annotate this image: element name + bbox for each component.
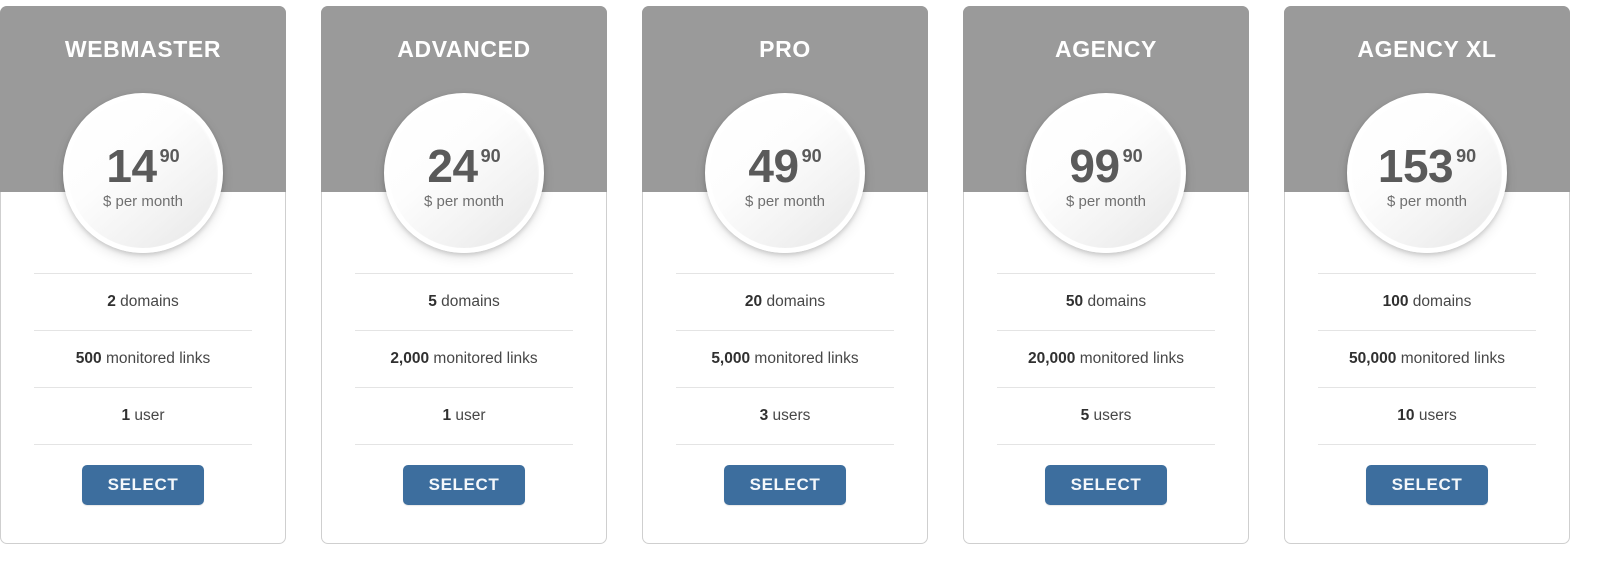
feature-value: 5 — [428, 293, 437, 310]
feature-label: domains — [766, 293, 826, 310]
price-badge: 153 90 $ per month — [1347, 93, 1507, 253]
price-amount: 153 90 — [1377, 139, 1477, 192]
price-whole: 153 — [1377, 139, 1454, 192]
select-button[interactable]: SELECT — [402, 465, 526, 505]
feature-value: 10 — [1397, 407, 1415, 424]
price-whole: 24 — [427, 139, 478, 192]
feature-item: 3 users — [676, 388, 894, 445]
feature-value: 20,000 — [1028, 350, 1076, 367]
feature-value: 50,000 — [1349, 350, 1397, 367]
feature-label: users — [1093, 407, 1132, 424]
feature-value: 5,000 — [711, 350, 751, 367]
price-badge: 99 90 $ per month — [1026, 93, 1186, 253]
price-amount: 99 90 — [1069, 139, 1143, 192]
price-badge: 24 90 $ per month — [384, 93, 544, 253]
price-cents: 90 — [801, 145, 822, 166]
feature-value: 50 — [1065, 293, 1084, 310]
feature-item: 1 user — [355, 388, 573, 445]
price-period: $ per month — [1386, 193, 1468, 211]
price-period: $ per month — [1065, 193, 1147, 211]
feature-value: 2 — [107, 293, 116, 310]
feature-item: 20 domains — [676, 273, 894, 331]
price-cents: 90 — [480, 145, 501, 166]
feature-list: 2 domains 500 monitored links 1 user — [34, 273, 252, 445]
price-badge: 14 90 $ per month — [63, 93, 223, 253]
feature-value: 500 — [75, 350, 102, 367]
select-button[interactable]: SELECT — [81, 465, 205, 505]
feature-item: 1 user — [34, 388, 252, 445]
feature-label: domains — [441, 293, 500, 310]
feature-label: users — [772, 407, 811, 424]
price-cents: 90 — [1456, 145, 1477, 166]
pricing-table: WEBMASTER 14 90 $ per month 2 domains 50… — [0, 0, 1600, 544]
feature-list: 100 domains 50,000 monitored links 10 us… — [1318, 273, 1536, 445]
feature-item: 5 domains — [355, 273, 573, 331]
feature-list: 20 domains 5,000 monitored links 3 users — [676, 273, 894, 445]
feature-item: 500 monitored links — [34, 331, 252, 388]
plan-title: AGENCY XL — [1357, 36, 1497, 62]
price-whole: 49 — [748, 139, 799, 192]
plan-card[interactable]: PRO 49 90 $ per month 20 domains 5,000 m… — [642, 6, 928, 544]
plan-title: PRO — [759, 36, 811, 62]
select-button-wrap: SELECT — [322, 465, 606, 505]
feature-item: 2 domains — [34, 273, 252, 331]
feature-item: 20,000 monitored links — [997, 331, 1215, 388]
feature-label: monitored links — [754, 350, 859, 367]
feature-label: domains — [1087, 293, 1147, 310]
feature-item: 100 domains — [1318, 273, 1536, 331]
feature-label: monitored links — [1400, 350, 1505, 367]
plan-title: ADVANCED — [397, 36, 531, 62]
select-button-wrap: SELECT — [1285, 465, 1569, 505]
feature-item: 2,000 monitored links — [355, 331, 573, 388]
price-whole: 99 — [1069, 139, 1120, 192]
feature-item: 5 users — [997, 388, 1215, 445]
feature-value: 20 — [744, 293, 763, 310]
feature-item: 50,000 monitored links — [1318, 331, 1536, 388]
select-button[interactable]: SELECT — [723, 465, 847, 505]
plan-card[interactable]: AGENCY XL 153 90 $ per month 100 domains… — [1284, 6, 1570, 544]
feature-value: 2,000 — [390, 350, 430, 367]
feature-item: 10 users — [1318, 388, 1536, 445]
feature-value: 1 — [442, 407, 452, 424]
select-button[interactable]: SELECT — [1044, 465, 1168, 505]
price-amount: 49 90 — [748, 139, 822, 192]
plan-card[interactable]: ADVANCED 24 90 $ per month 5 domains 2,0… — [321, 6, 607, 544]
feature-label: domains — [120, 293, 179, 310]
select-button-wrap: SELECT — [1, 465, 285, 505]
feature-label: user — [134, 407, 165, 424]
feature-item: 50 domains — [997, 273, 1215, 331]
feature-value: 5 — [1080, 407, 1090, 424]
feature-label: monitored links — [105, 350, 211, 367]
plan-card[interactable]: AGENCY 99 90 $ per month 50 domains 20,0… — [963, 6, 1249, 544]
feature-item: 5,000 monitored links — [676, 331, 894, 388]
select-button-wrap: SELECT — [964, 465, 1248, 505]
feature-list: 5 domains 2,000 monitored links 1 user — [355, 273, 573, 445]
feature-value: 3 — [759, 407, 769, 424]
price-badge: 49 90 $ per month — [705, 93, 865, 253]
price-period: $ per month — [102, 193, 184, 211]
plan-title: WEBMASTER — [64, 36, 222, 62]
feature-label: domains — [1412, 293, 1472, 310]
feature-label: monitored links — [433, 350, 538, 367]
price-amount: 14 90 — [106, 139, 180, 192]
select-button-wrap: SELECT — [643, 465, 927, 505]
feature-value: 100 — [1382, 293, 1409, 310]
feature-value: 1 — [121, 407, 131, 424]
price-period: $ per month — [423, 193, 505, 211]
price-period: $ per month — [744, 193, 826, 211]
price-cents: 90 — [1122, 145, 1143, 166]
price-amount: 24 90 — [427, 139, 501, 192]
feature-list: 50 domains 20,000 monitored links 5 user… — [997, 273, 1215, 445]
select-button[interactable]: SELECT — [1365, 465, 1489, 505]
plan-card[interactable]: WEBMASTER 14 90 $ per month 2 domains 50… — [0, 6, 286, 544]
price-whole: 14 — [106, 139, 157, 192]
feature-label: users — [1418, 407, 1457, 424]
feature-label: monitored links — [1079, 350, 1184, 367]
plan-title: AGENCY — [1054, 36, 1157, 62]
price-cents: 90 — [159, 145, 180, 166]
feature-label: user — [455, 407, 486, 424]
